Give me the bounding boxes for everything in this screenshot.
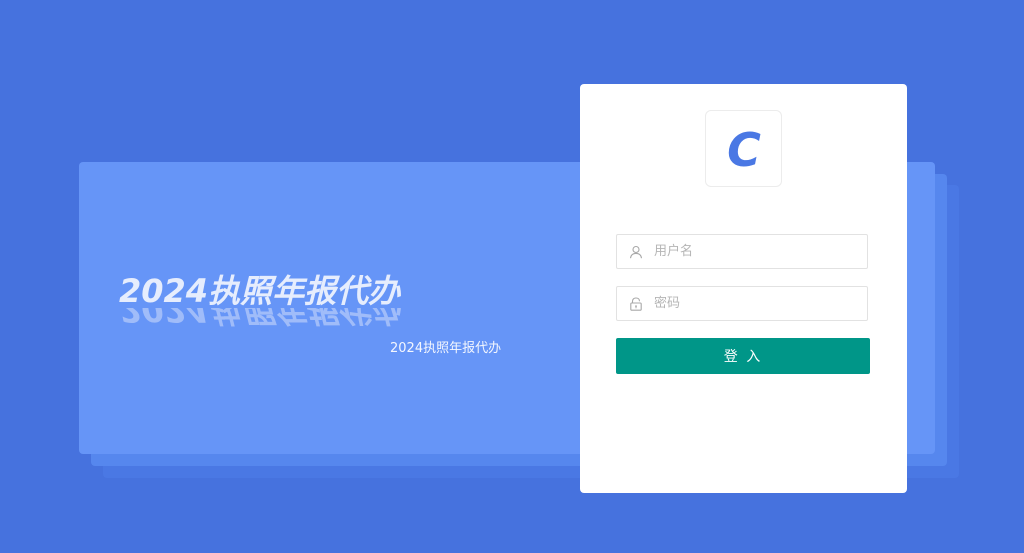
logo-letter: C [727, 124, 761, 174]
login-card: C 登 入 [580, 84, 907, 493]
banner-title: 2024执照年报代办 [119, 272, 401, 310]
username-field[interactable] [616, 234, 868, 269]
lock-icon [628, 296, 644, 312]
banner-title-reflection-text: 2024执照年报代办 [119, 308, 401, 329]
user-icon [628, 244, 644, 260]
logo: C [705, 110, 782, 187]
banner-subtitle: 2024执照年报代办 [390, 341, 502, 356]
login-button[interactable]: 登 入 [616, 338, 870, 374]
password-input[interactable] [654, 288, 854, 319]
banner-title-reflection: 2024执照年报代办 [119, 308, 439, 332]
logo-c-icon: C [727, 124, 761, 174]
login-page: 2024执照年报代办 2024执照年报代办 2024执照年报代办 C 用户名 登… [0, 0, 1024, 553]
password-field[interactable] [616, 286, 868, 321]
username-input[interactable] [654, 236, 854, 267]
